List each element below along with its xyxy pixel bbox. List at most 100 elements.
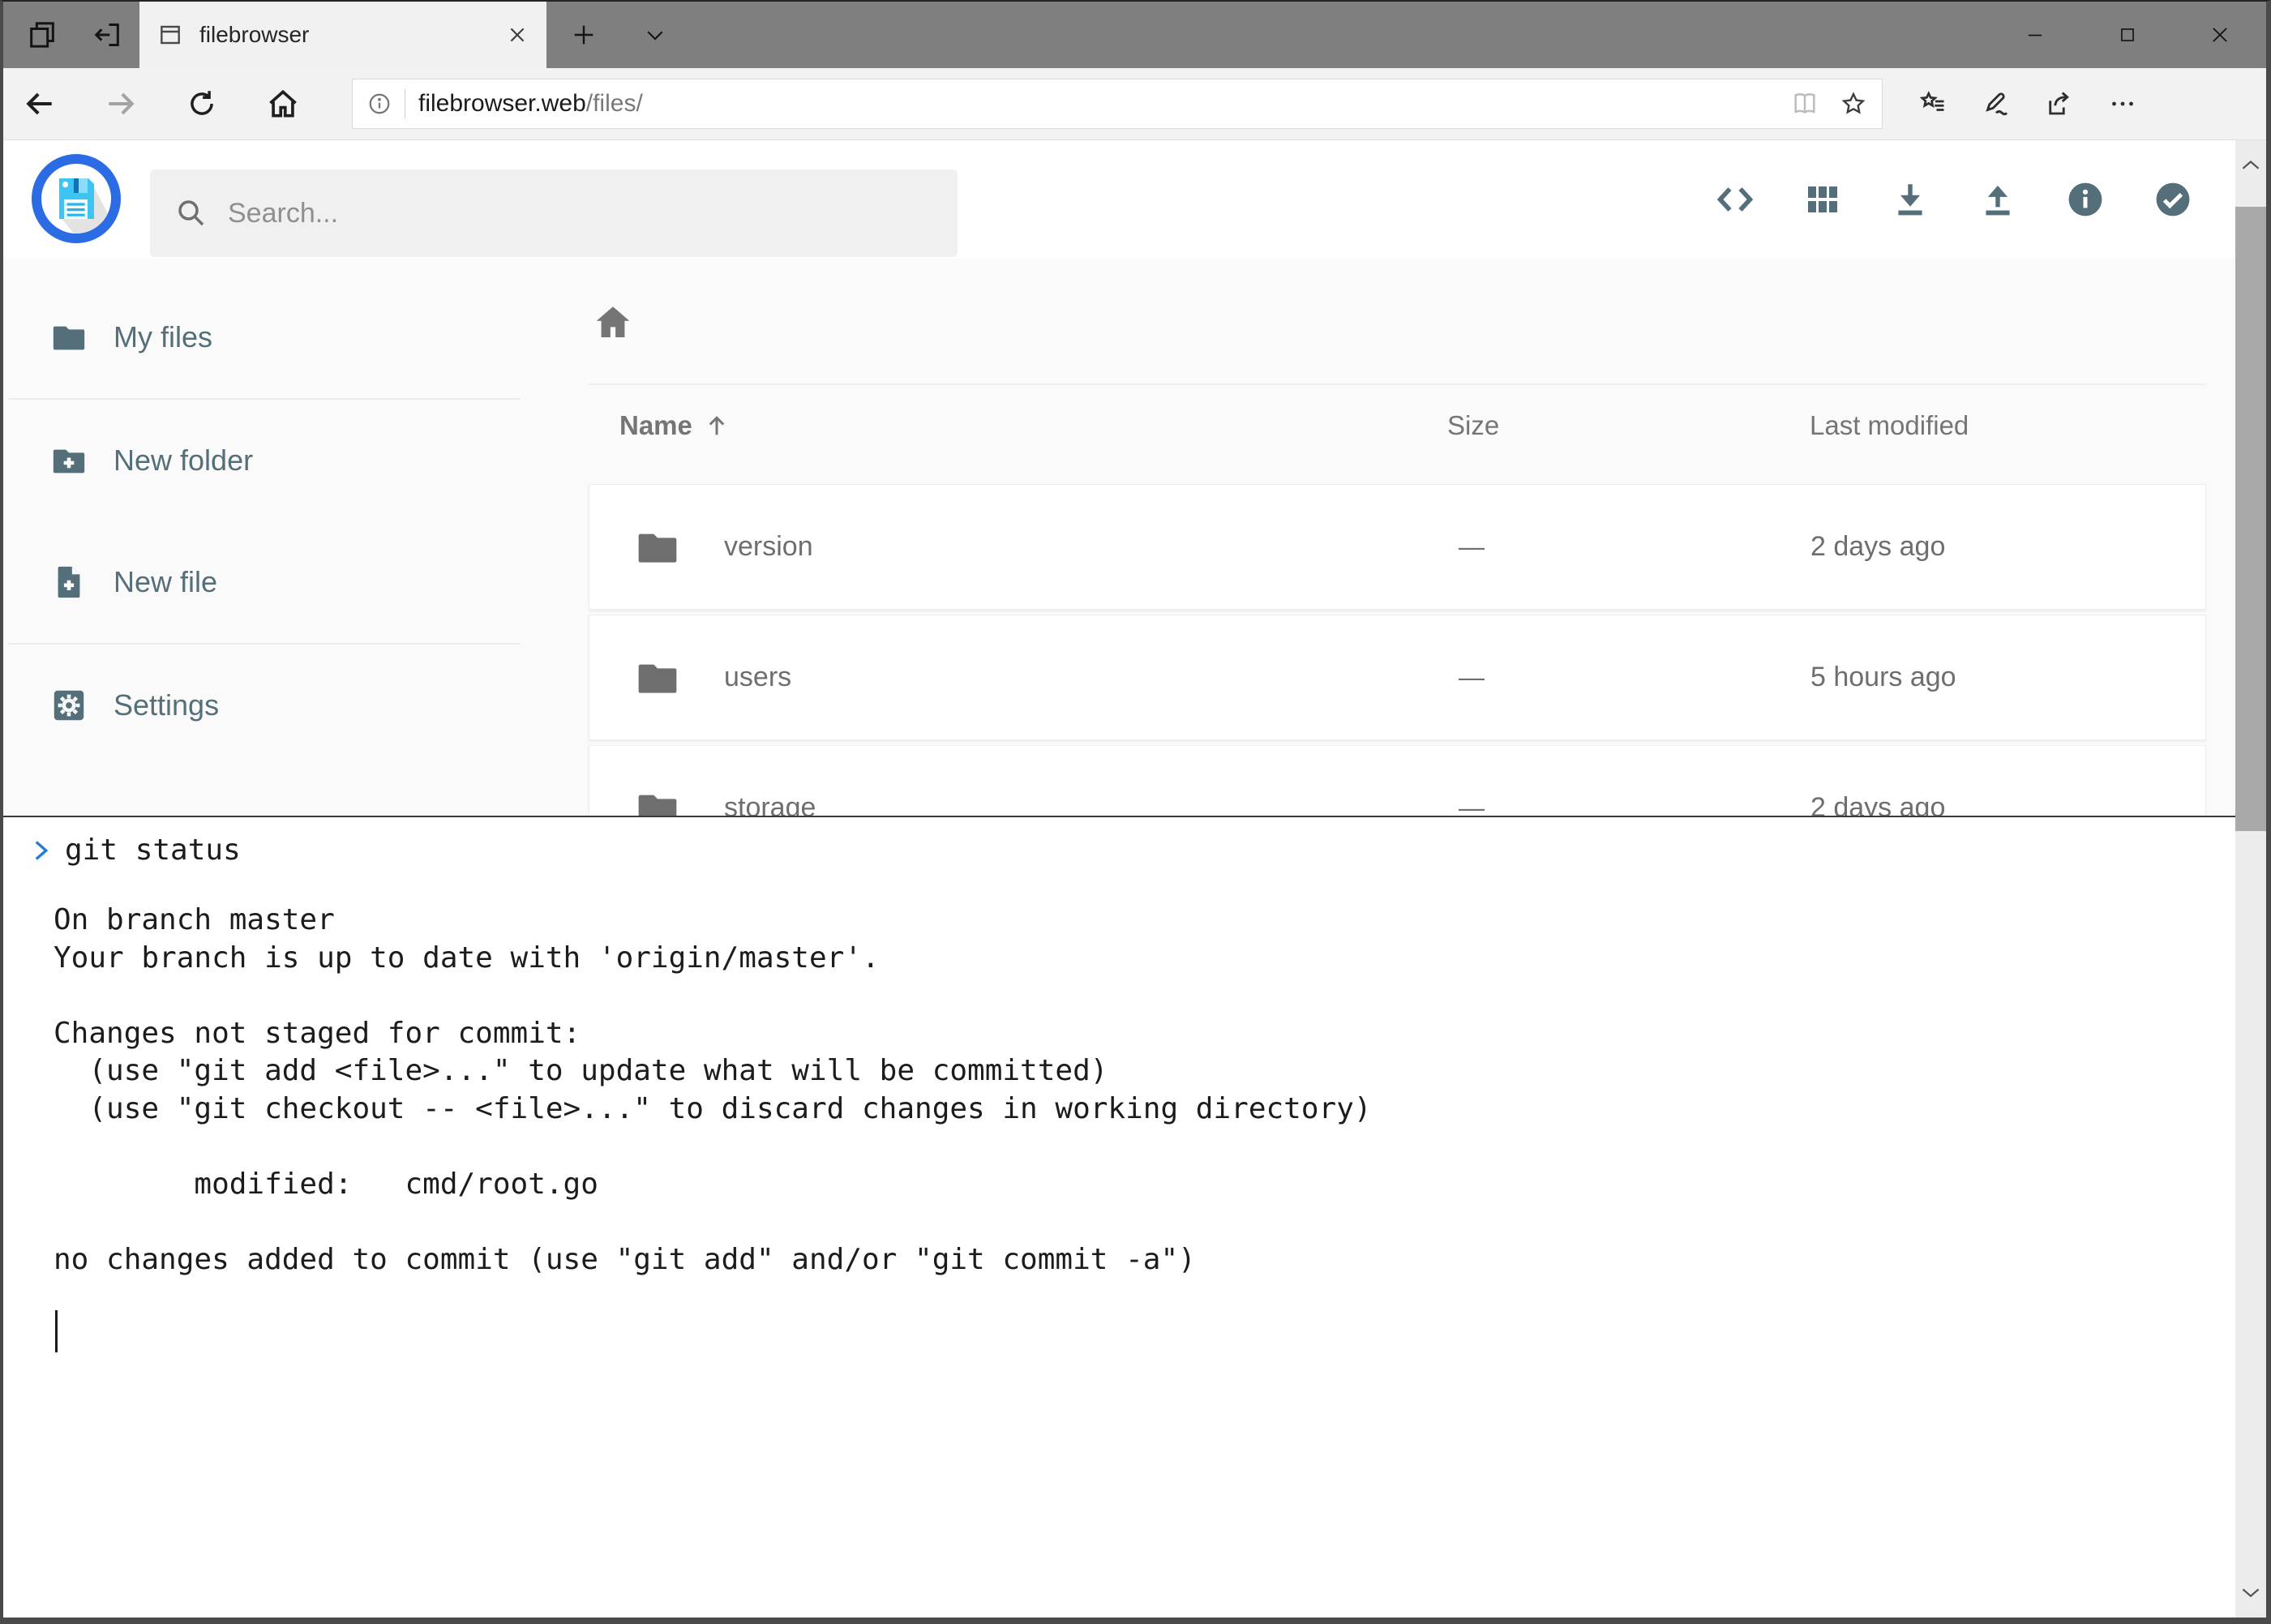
browser-tab-bar: filebrowser: [3, 2, 2266, 68]
terminal-prompt-line: git status: [26, 833, 241, 867]
new-tab-button[interactable]: [546, 2, 621, 68]
file-plus-icon: [50, 563, 88, 601]
page-favicon-icon: [157, 22, 183, 48]
search-placeholder: Search...: [228, 198, 338, 229]
more-menu-button[interactable]: [2100, 81, 2145, 126]
file-row-version[interactable]: version — 2 days ago: [589, 484, 2206, 610]
browser-tab[interactable]: filebrowser: [139, 2, 546, 68]
set-tabs-aside-icon: [91, 19, 123, 51]
sidebar-item-new-file[interactable]: New file: [3, 521, 525, 643]
sidebar-item-settings[interactable]: Settings: [3, 645, 525, 766]
favorites-hub-button[interactable]: [1910, 81, 1956, 126]
annotate-button[interactable]: [1973, 81, 2019, 126]
sidebar-item-label: New file: [114, 565, 217, 599]
scroll-up-button[interactable]: [2235, 140, 2266, 189]
sidebar-item-new-folder[interactable]: New folder: [3, 400, 525, 521]
url-host: filebrowser.web: [418, 90, 586, 117]
reading-view-icon[interactable]: [1791, 90, 1819, 118]
maximize-button[interactable]: [2081, 2, 2174, 68]
file-size: —: [1459, 485, 1485, 609]
folder-icon: [635, 525, 680, 570]
sort-ascending-icon: [702, 411, 731, 440]
terminal-panel[interactable]: git status On branch master Your branch …: [3, 816, 2235, 1618]
browser-window: filebrowser: [0, 0, 2271, 1624]
info-circle-icon: [2065, 179, 2106, 220]
search-input[interactable]: Search...: [150, 169, 958, 257]
column-header-size[interactable]: Size: [1447, 410, 1499, 441]
nav-right-buttons: [1910, 81, 2145, 126]
chevron-down-icon: [643, 23, 667, 47]
close-window-button[interactable]: [2174, 2, 2266, 68]
forward-button[interactable]: [94, 77, 148, 131]
share-button[interactable]: [2037, 81, 2082, 126]
tab-title: filebrowser: [199, 22, 490, 48]
refresh-button[interactable]: [175, 77, 229, 131]
maximize-icon: [2117, 24, 2138, 45]
page-viewport: Search...: [3, 140, 2266, 1618]
minimize-button[interactable]: [1989, 2, 2081, 68]
folder-icon: [50, 319, 88, 356]
site-info-icon[interactable]: [367, 92, 392, 116]
tabbar-spacer: [689, 2, 1989, 68]
sidebar-item-label: Settings: [114, 688, 219, 722]
breadcrumb-home-icon: [591, 301, 635, 345]
folder-plus-icon: [50, 442, 88, 479]
gear-icon: [50, 687, 88, 724]
breadcrumb-home-button[interactable]: [591, 301, 635, 345]
file-info-button[interactable]: [2064, 178, 2106, 221]
more-dots-icon: [2108, 89, 2137, 118]
home-button[interactable]: [256, 77, 310, 131]
back-button[interactable]: [13, 77, 66, 131]
file-name: users: [724, 615, 791, 739]
raw-view-button[interactable]: [1714, 178, 1756, 221]
download-button[interactable]: [1889, 178, 1931, 221]
folder-icon: [635, 655, 680, 701]
file-row-users[interactable]: users — 5 hours ago: [589, 615, 2206, 740]
grid-icon: [1803, 180, 1842, 219]
new-tab-icon: [570, 21, 598, 49]
set-tabs-aside-button[interactable]: [75, 2, 139, 68]
grid-view-button[interactable]: [1802, 178, 1844, 221]
column-name-label: Name: [619, 410, 692, 441]
refresh-icon: [185, 87, 219, 121]
scrollbar-thumb[interactable]: [2235, 207, 2266, 831]
upload-icon: [1977, 179, 2018, 220]
search-icon: [174, 196, 208, 230]
minimize-icon: [2025, 24, 2046, 45]
terminal-text-cursor: [55, 1310, 58, 1352]
favorite-star-icon[interactable]: [1840, 90, 1867, 118]
tab-list-button[interactable]: [621, 2, 689, 68]
share-icon: [2045, 89, 2074, 118]
check-circle-icon: [2153, 179, 2193, 220]
tab-preview-icon: [26, 19, 58, 51]
url-text: filebrowser.web/files/: [418, 90, 643, 118]
scroll-down-button[interactable]: [2235, 1569, 2266, 1618]
tab-preview-button[interactable]: [10, 2, 75, 68]
filebrowser-logo-icon: [31, 153, 122, 244]
column-header-modified[interactable]: Last modified: [1810, 410, 1969, 441]
home-icon: [265, 86, 301, 122]
pen-icon: [1982, 89, 2011, 118]
header-action-buttons: [1714, 140, 2194, 259]
select-multiple-button[interactable]: [2152, 178, 2194, 221]
forward-icon: [103, 86, 139, 122]
browser-nav-bar: filebrowser.web/files/: [3, 68, 2266, 140]
upload-button[interactable]: [1977, 178, 2019, 221]
close-window-icon: [2209, 24, 2231, 46]
address-bar[interactable]: filebrowser.web/files/: [352, 79, 1883, 129]
sidebar-item-label: My files: [114, 320, 212, 354]
file-modified: 5 hours ago: [1810, 615, 1956, 739]
file-size: —: [1459, 615, 1485, 739]
column-header-name[interactable]: Name: [619, 410, 731, 441]
download-icon: [1890, 179, 1930, 220]
sidebar-item-my-files[interactable]: My files: [3, 276, 525, 398]
terminal-output: On branch master Your branch is up to da…: [54, 902, 1372, 1279]
code-brackets-icon: [1714, 178, 1756, 221]
file-modified: 2 days ago: [1810, 485, 1945, 609]
listing-header-row: Name Size Last modified: [589, 410, 2206, 448]
sidebar-item-label: New folder: [114, 443, 253, 478]
tab-close-icon[interactable]: [506, 24, 529, 46]
favorites-hub-icon: [1918, 89, 1947, 118]
breadcrumb-divider: [589, 384, 2206, 385]
page-scrollbar[interactable]: [2235, 140, 2266, 1618]
